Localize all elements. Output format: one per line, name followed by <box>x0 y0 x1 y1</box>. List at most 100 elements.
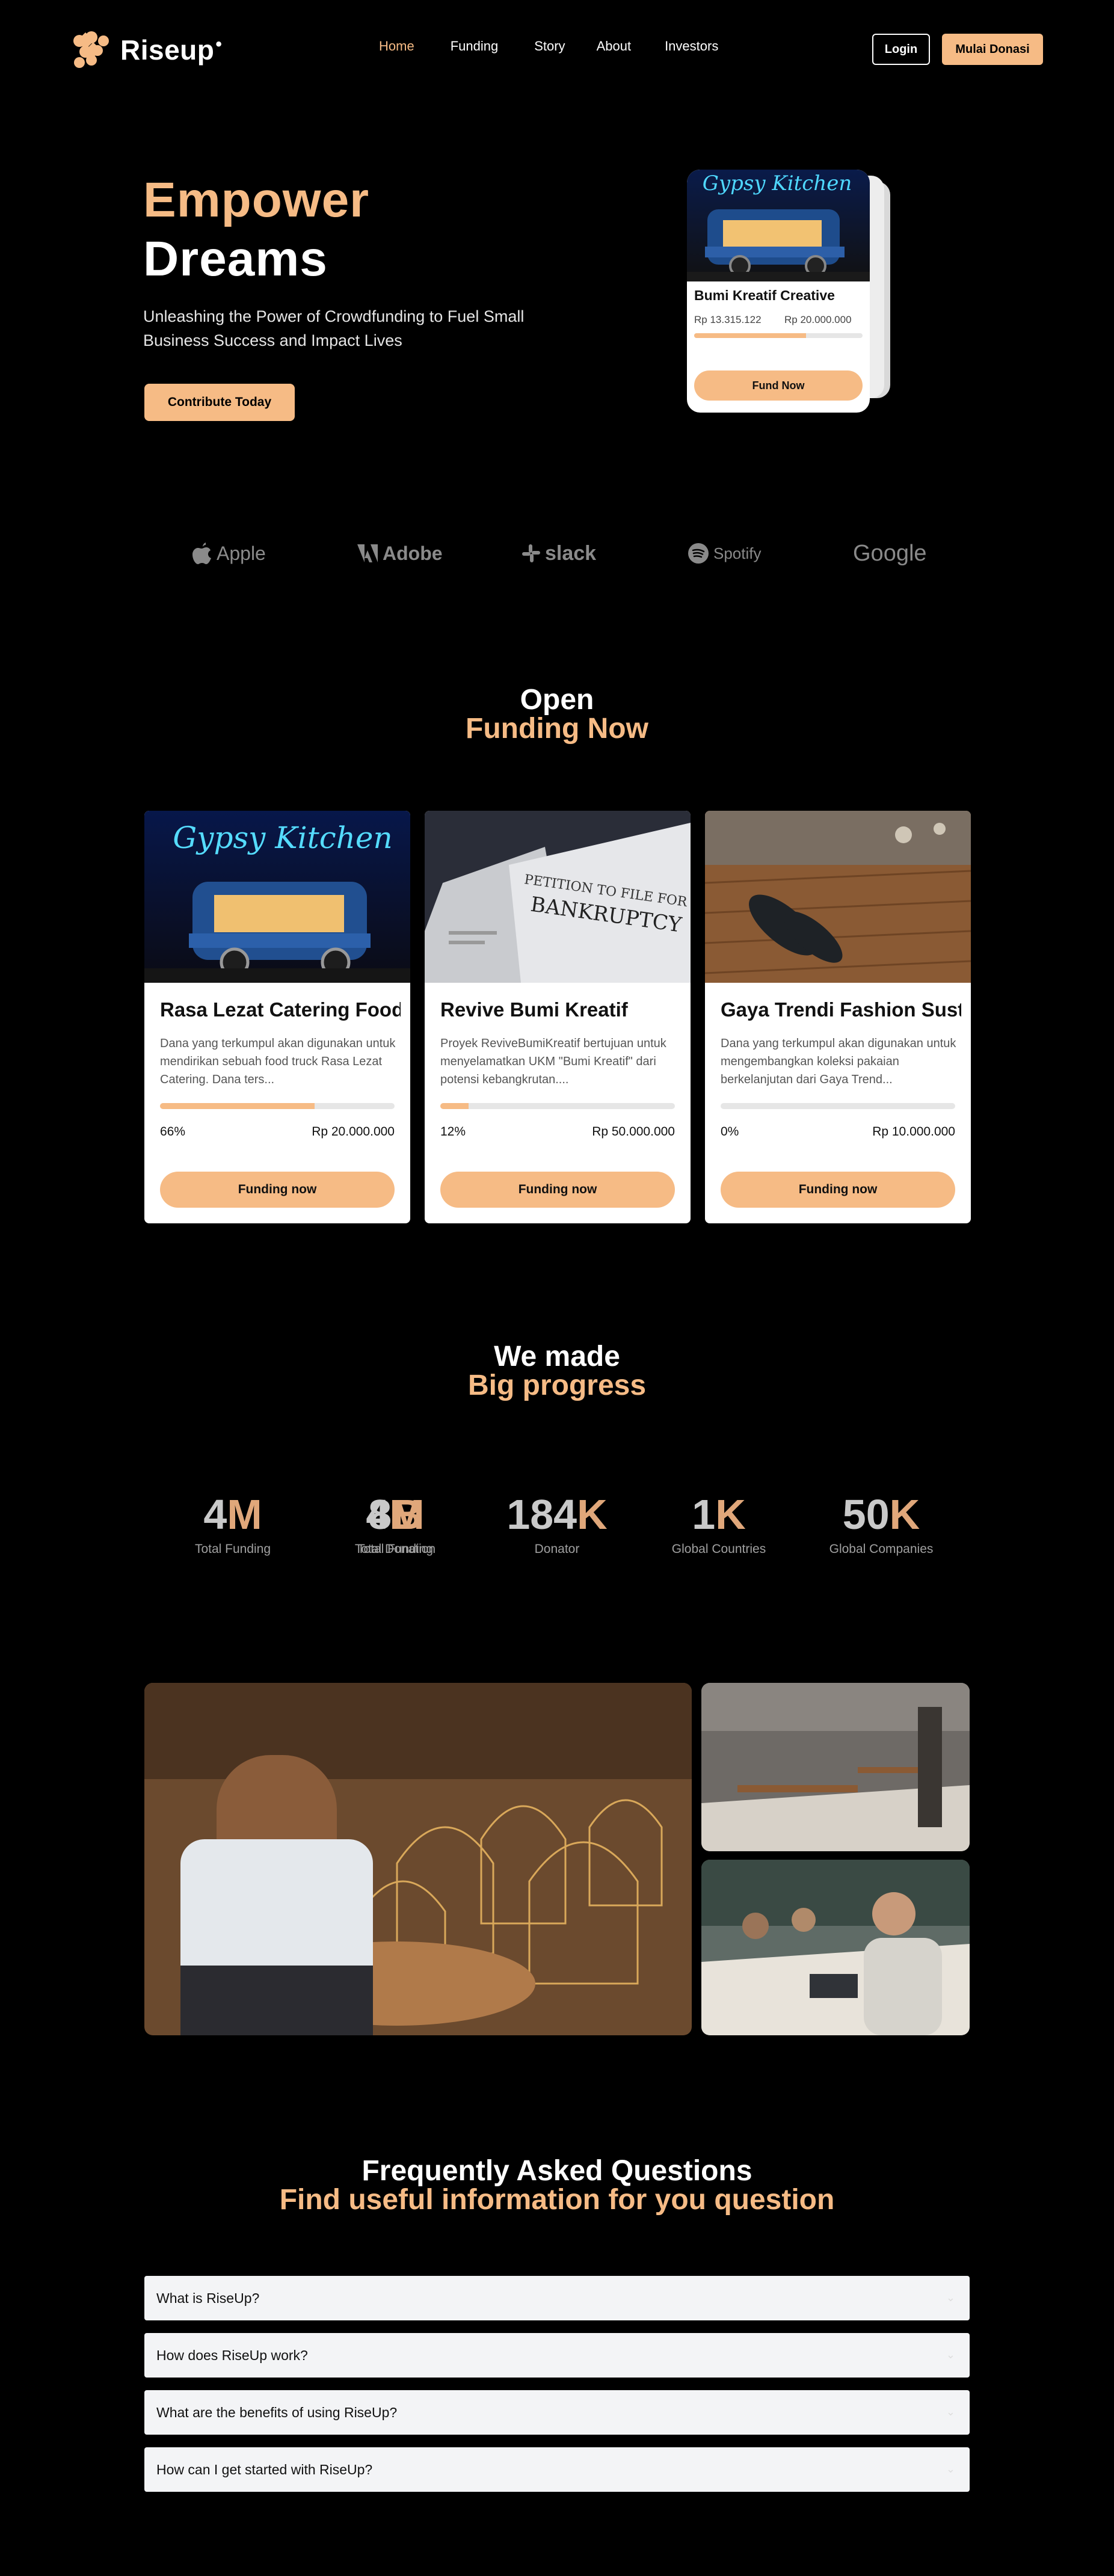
site-logo[interactable]: Riseup• <box>71 30 222 70</box>
funding-card-percent: 66% <box>160 1125 186 1139</box>
riseup-logo-icon <box>73 31 109 68</box>
funding-card-goal: Rp 10.000.000 <box>872 1125 955 1139</box>
faq-subtitle: Find useful information for you question <box>279 2184 835 2216</box>
login-button[interactable]: Login <box>872 34 930 65</box>
stat-global-companies: 50K Global Companies <box>800 1490 962 1557</box>
hero-title-line1: Empower <box>143 173 370 227</box>
spotify-logo: Spotify <box>688 535 762 571</box>
apple-logo: Apple <box>191 535 266 571</box>
funding-section-subtitle: Funding Now <box>466 713 648 745</box>
apple-icon <box>192 543 211 564</box>
office-space-photo <box>701 1683 970 1851</box>
faq-item[interactable]: How does RiseUp work? ⌄ <box>144 2333 970 2378</box>
neon-sign-text: Gypsy Kitchen <box>703 171 852 195</box>
funding-now-button[interactable]: Funding now <box>721 1172 955 1208</box>
hero-card-raised: Rp 13.315.122 <box>694 314 762 325</box>
adobe-icon <box>357 544 378 562</box>
faq-question: What is RiseUp? <box>156 2290 260 2306</box>
nav-item-story[interactable]: Story <box>534 38 565 54</box>
funding-section-title: Open <box>520 684 594 716</box>
funding-card-title: Revive Bumi Kreatif <box>440 998 628 1021</box>
partner-logos: Apple Adobe slack Spotify Google <box>0 535 1114 571</box>
funding-now-button[interactable]: Funding now <box>160 1172 395 1208</box>
bankruptcy-petition-photo: PETITION TO FILE FOR BANKRUPTCY <box>425 811 691 983</box>
funding-card-goal: Rp 20.000.000 <box>312 1125 395 1139</box>
funding-card[interactable]: PETITION TO FILE FOR BANKRUPTCY Revive B… <box>425 811 691 1223</box>
hero-card-goal: Rp 20.000.000 <box>784 314 852 325</box>
chevron-down-icon: ⌄ <box>946 2406 955 2418</box>
slack-logo: slack <box>522 535 596 571</box>
funding-card[interactable]: Gaya Trendi Fashion Sustainable Dana yan… <box>705 811 971 1223</box>
craftsman-birdcage-photo <box>144 1683 692 2035</box>
adobe-logo: Adobe <box>357 535 443 571</box>
stat-label: Global Companies <box>829 1542 934 1556</box>
hero-card-title: Bumi Kreatif Creative <box>694 287 835 303</box>
stat-number: 1K <box>692 1491 746 1538</box>
stat-label: Total Funding <box>194 1542 271 1556</box>
faq-question: How does RiseUp work? <box>156 2347 308 2363</box>
hero-title-line2: Dreams <box>143 232 328 286</box>
funding-card-description: Proyek ReviveBumiKreatif bertujuan untuk… <box>440 1037 666 1086</box>
food-truck-photo: Gypsy Kitchen <box>144 811 410 983</box>
team-meeting-photo <box>701 1860 970 2035</box>
stat-number: 184K <box>506 1491 608 1538</box>
stat-donator: 184K Donator <box>476 1490 638 1557</box>
adobe-logo-text: Adobe <box>383 542 443 564</box>
funding-card-title: Rasa Lezat Catering Food Truck <box>160 998 401 1021</box>
contribute-today-button[interactable]: Contribute Today <box>144 384 295 421</box>
funding-card-progress-bar <box>440 1103 675 1109</box>
stat-total-donation: 8B Total Donation <box>314 1490 476 1557</box>
funding-card-progress-bar <box>160 1103 395 1109</box>
faq-question: How can I get started with RiseUp? <box>156 2461 373 2477</box>
gallery-image-team <box>701 1860 970 2035</box>
apple-logo-text: Apple <box>217 542 266 564</box>
funding-card-percent: 0% <box>721 1125 739 1139</box>
logo-wordmark: Riseup• <box>120 34 223 66</box>
hero-card-progress-fill <box>694 333 807 338</box>
nav-item-investors[interactable]: Investors <box>665 38 718 54</box>
nav-item-about[interactable]: About <box>597 38 632 54</box>
spotify-icon <box>688 543 709 564</box>
faq-item[interactable]: How can I get started with RiseUp? ⌄ <box>144 2447 970 2492</box>
slack-icon <box>522 544 540 562</box>
progress-section-subtitle: Big progress <box>467 1369 647 1401</box>
faq-question: What are the benefits of using RiseUp? <box>156 2404 398 2420</box>
fund-now-button[interactable]: Fund Now <box>694 370 863 401</box>
funding-card-goal: Rp 50.000.000 <box>592 1125 675 1139</box>
nav-item-funding[interactable]: Funding <box>451 38 499 54</box>
neon-sign-text: Gypsy Kitchen <box>173 820 392 855</box>
stat-number: 50K <box>842 1491 920 1538</box>
gallery-image-office <box>701 1683 970 1851</box>
funding-card-description: Dana yang terkumpul akan digunakan untuk… <box>721 1037 956 1086</box>
chevron-down-icon: ⌄ <box>946 2349 955 2361</box>
stat-number: 4M <box>203 1491 262 1538</box>
funding-card-progress-fill <box>440 1103 469 1109</box>
google-logo: Google <box>853 535 927 571</box>
stat-total-funding: 4M Total Funding <box>152 1490 314 1557</box>
start-donation-button[interactable]: Mulai Donasi <box>942 34 1043 65</box>
funding-card[interactable]: Gypsy Kitchen Rasa Lezat Catering Food T… <box>144 811 410 1223</box>
funding-card-progress-bar <box>721 1103 955 1109</box>
spotify-logo-text: Spotify <box>713 544 762 562</box>
funding-card-percent: 12% <box>440 1125 466 1139</box>
funding-now-button[interactable]: Funding now <box>440 1172 675 1208</box>
funding-card-title: Gaya Trendi Fashion Sustainable <box>721 998 961 1021</box>
faq-item[interactable]: What is RiseUp? ⌄ <box>144 2276 970 2320</box>
stat-number: 8B <box>368 1491 422 1538</box>
stat-label: Total Donation <box>354 1542 436 1556</box>
progress-section-title: We made <box>494 1341 620 1373</box>
gallery-image-craftsman <box>144 1683 692 2035</box>
hero-subtitle: Unleashing the Power of Crowdfunding to … <box>143 307 525 349</box>
google-logo-text: Google <box>853 540 927 566</box>
chevron-down-icon: ⌄ <box>946 2463 955 2475</box>
faq-title: Frequently Asked Questions <box>362 2155 752 2187</box>
chevron-down-icon: ⌄ <box>946 2292 955 2304</box>
hero-featured-card[interactable]: Gypsy Kitchen Bumi Kreatif Creative Rp 1… <box>687 170 870 413</box>
nav-item-home[interactable]: Home <box>379 38 414 54</box>
slack-logo-text: slack <box>545 541 597 565</box>
food-truck-photo: Gypsy Kitchen <box>687 170 870 281</box>
stat-label: Donator <box>534 1542 580 1556</box>
stat-global-countries: 1K Global Countries <box>638 1490 800 1557</box>
funding-card-description: Dana yang terkumpul akan digunakan untuk… <box>160 1037 396 1086</box>
faq-item[interactable]: What are the benefits of using RiseUp? ⌄ <box>144 2390 970 2435</box>
